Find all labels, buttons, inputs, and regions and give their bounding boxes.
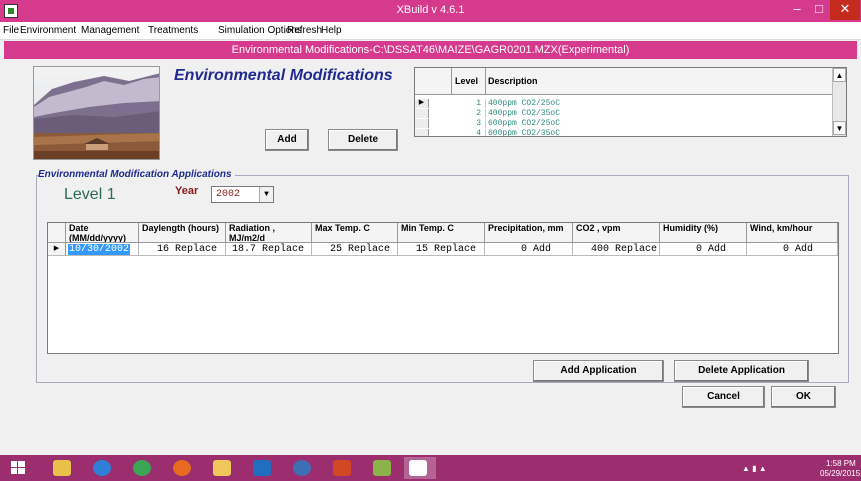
window-title: XBuild v 4.6.1 xyxy=(396,4,465,16)
firefox-icon[interactable] xyxy=(168,457,196,479)
menu-bar: File Environment Management Treatments S… xyxy=(0,22,861,40)
landscape-photo xyxy=(33,66,160,160)
clock-date[interactable]: 05/29/2015 xyxy=(820,469,860,478)
wind-cell[interactable]: 0 Add xyxy=(747,243,838,256)
chevron-down-icon[interactable]: ▼ xyxy=(259,187,273,202)
level-row[interactable]: ▶ 1 400ppm CO2/25oC xyxy=(415,99,833,108)
chrome-icon[interactable] xyxy=(128,457,156,479)
level-row[interactable]: 4 600ppm CO2/35oC xyxy=(415,129,833,136)
levels-grid-header: Level Description xyxy=(415,68,833,95)
co2-cell[interactable]: 400 Replace xyxy=(573,243,660,256)
daylength-cell[interactable]: 16 Replace xyxy=(139,243,226,256)
menu-treatments[interactable]: Treatments xyxy=(148,25,198,36)
maximize-button[interactable]: □ xyxy=(808,0,830,20)
add-level-button[interactable]: Add xyxy=(265,129,309,151)
radiation-cell[interactable]: 18.7 Replace xyxy=(226,243,312,256)
levels-scrollbar[interactable]: ▲ ▼ xyxy=(832,68,846,136)
close-button[interactable]: ✕ xyxy=(830,0,860,20)
minimize-button[interactable]: – xyxy=(786,0,808,20)
min-temp-cell[interactable]: 15 Replace xyxy=(398,243,485,256)
col-humidity[interactable]: Humidity (%) xyxy=(660,223,747,243)
col-co2[interactable]: CO2 , vpm xyxy=(573,223,660,243)
internet-explorer-icon[interactable] xyxy=(88,457,116,479)
levels-grid[interactable]: Level Description ▶ 1 400ppm CO2/25oC 2 … xyxy=(414,67,847,137)
tray-icons[interactable]: ▲ ▮ ▲ xyxy=(742,464,767,473)
col-daylength[interactable]: Daylength (hours) xyxy=(139,223,226,243)
taskbar: ▲ ▮ ▲ 1:58 PM 05/29/2015 xyxy=(0,455,861,481)
col-precipitation[interactable]: Precipitation, mm xyxy=(485,223,573,243)
file-explorer-icon[interactable] xyxy=(48,457,76,479)
humidity-cell[interactable]: 0 Add xyxy=(660,243,747,256)
cancel-button[interactable]: Cancel xyxy=(682,386,765,408)
col-min-temp[interactable]: Min Temp. C xyxy=(398,223,485,243)
windows-icon xyxy=(11,461,25,474)
menu-refresh[interactable]: Refresh xyxy=(287,25,322,36)
date-cell[interactable]: 10/30/2002 xyxy=(66,243,139,256)
col-radiation[interactable]: Radiation , MJ/m2/d xyxy=(226,223,312,243)
col-date[interactable]: Date (MM/dd/yyyy) xyxy=(66,223,139,243)
precipitation-cell[interactable]: 0 Add xyxy=(485,243,573,256)
menu-management[interactable]: Management xyxy=(81,25,139,36)
col-level[interactable]: Level xyxy=(455,76,478,86)
outlook-icon[interactable] xyxy=(248,457,276,479)
level-label: Level 1 xyxy=(64,186,116,203)
delete-application-button[interactable]: Delete Application xyxy=(674,360,809,382)
applications-group-label: Environmental Modification Applications xyxy=(38,169,235,180)
menu-help[interactable]: Help xyxy=(321,25,342,36)
level-row[interactable]: 3 600ppm CO2/25oC xyxy=(415,119,833,128)
delete-level-button[interactable]: Delete xyxy=(328,129,398,151)
xbuild-taskbar-icon[interactable] xyxy=(404,457,436,479)
applications-grid[interactable]: Date (MM/dd/yyyy) Daylength (hours) Radi… xyxy=(47,222,839,354)
col-wind[interactable]: Wind, km/hour xyxy=(747,223,838,243)
year-label: Year xyxy=(175,185,199,197)
menu-environment[interactable]: Environment xyxy=(20,25,76,36)
clock-time[interactable]: 1:58 PM xyxy=(826,459,856,468)
col-description[interactable]: Description xyxy=(488,76,538,86)
title-bar: XBuild v 4.6.1 – □ ✕ xyxy=(0,0,861,22)
menu-file[interactable]: File xyxy=(3,25,19,36)
page-title: Environmental Modifications xyxy=(174,67,393,84)
row-selected-marker: ▶ xyxy=(48,243,66,256)
scroll-down-icon[interactable]: ▼ xyxy=(833,121,846,135)
powerpoint-icon[interactable] xyxy=(328,457,356,479)
year-value: 2002 xyxy=(216,189,241,200)
col-max-temp[interactable]: Max Temp. C xyxy=(312,223,398,243)
level-row[interactable]: 2 400ppm CO2/35oC xyxy=(415,109,833,118)
thunderbird-icon[interactable] xyxy=(288,457,316,479)
scroll-up-icon[interactable]: ▲ xyxy=(833,68,846,82)
row-selected-marker: ▶ xyxy=(415,99,429,108)
app-icon-green[interactable] xyxy=(368,457,396,479)
max-temp-cell[interactable]: 25 Replace xyxy=(312,243,398,256)
add-application-button[interactable]: Add Application xyxy=(533,360,664,382)
form-title: Environmental Modifications-C:\DSSAT46\M… xyxy=(4,41,857,59)
folder-icon[interactable] xyxy=(208,457,236,479)
start-button[interactable] xyxy=(4,457,32,479)
year-select[interactable]: 2002 ▼ xyxy=(211,186,274,203)
ok-button[interactable]: OK xyxy=(771,386,836,408)
